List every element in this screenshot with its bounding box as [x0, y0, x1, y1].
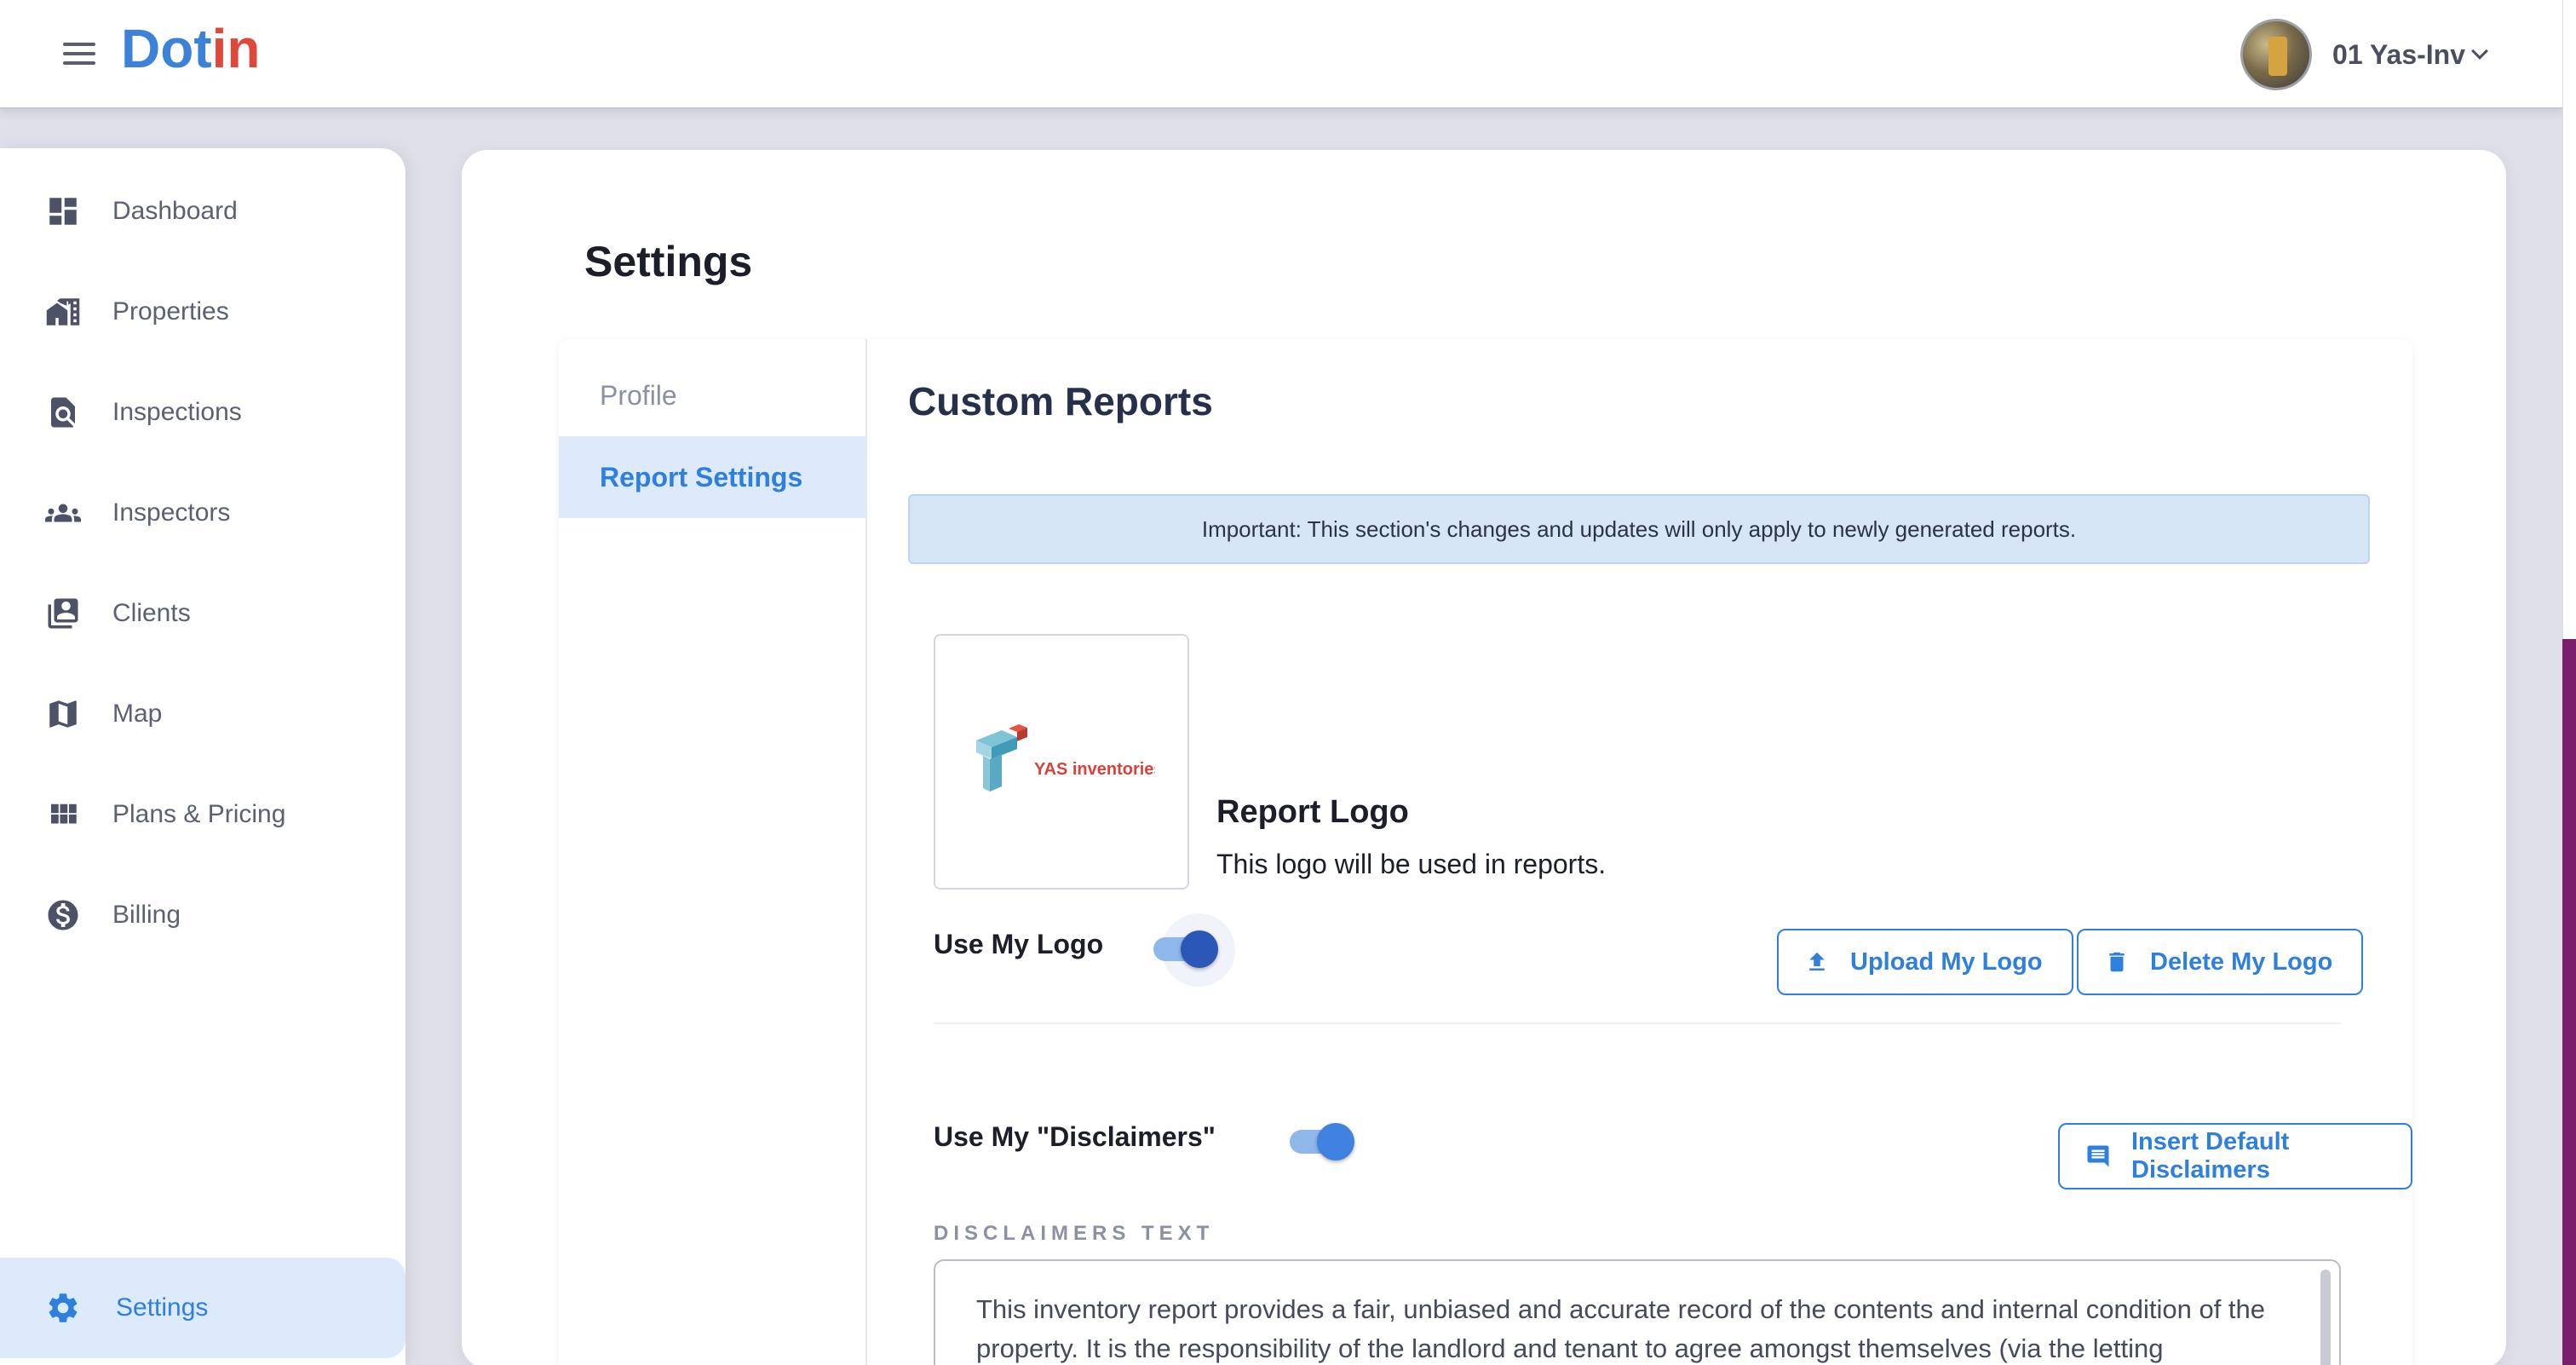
- toggle-knob: [1181, 930, 1218, 968]
- tab-report-settings[interactable]: Report Settings: [559, 436, 865, 518]
- menu-icon[interactable]: [63, 41, 95, 66]
- upload-logo-label: Upload My Logo: [1850, 947, 2043, 976]
- page-scrollbar[interactable]: [2562, 0, 2576, 1365]
- logo-text: YAS inventories: [1034, 760, 1155, 779]
- inspectors-icon: [44, 494, 82, 532]
- use-disclaimers-toggle[interactable]: [1290, 1118, 1366, 1166]
- user-menu[interactable]: 01 Yas-Inv: [2240, 17, 2488, 92]
- avatar: [2240, 19, 2313, 90]
- user-name: 01 Yas-Inv: [2332, 38, 2465, 70]
- chevron-down-icon: [2471, 43, 2488, 60]
- brand-logo-part2: in: [211, 18, 261, 79]
- sidebar-item-map[interactable]: Map: [0, 673, 405, 755]
- use-disclaimers-label: Use My "Disclaimers": [934, 1121, 1216, 1152]
- use-logo-toggle[interactable]: [1153, 913, 1235, 987]
- sidebar-item-label: Plans & Pricing: [112, 800, 286, 828]
- brand-logo[interactable]: Dotin: [121, 17, 261, 80]
- page-title: Settings: [584, 238, 753, 285]
- trash-icon: [2104, 949, 2130, 975]
- top-bar: Dotin 01 Yas-Inv: [0, 0, 2562, 109]
- sidebar-item-clients[interactable]: Clients: [0, 573, 405, 654]
- section-title: Custom Reports: [908, 379, 1213, 423]
- settings-tabs: Profile Report Settings: [559, 339, 867, 1365]
- sidebar-item-label: Inspections: [112, 398, 242, 426]
- comment-icon: [2085, 1143, 2111, 1169]
- toggle-knob: [1317, 1123, 1354, 1161]
- upload-logo-button[interactable]: Upload My Logo: [1777, 929, 2073, 995]
- billing-icon: [44, 896, 82, 934]
- sidebar-item-label: Billing: [112, 901, 181, 929]
- gear-icon: [44, 1289, 82, 1327]
- textarea-scrollbar[interactable]: [2320, 1270, 2331, 1365]
- sidebar-item-dashboard[interactable]: Dashboard: [0, 170, 405, 252]
- tab-profile[interactable]: Profile: [559, 354, 865, 436]
- clients-icon: [44, 595, 82, 632]
- sidebar-item-inspections[interactable]: Inspections: [0, 371, 405, 453]
- report-logo-preview: YAS inventories: [934, 634, 1189, 890]
- sidebar: Dashboard Properties Inspections Inspect…: [0, 148, 405, 1365]
- insert-default-disclaimers-label: Insert Default Disclaimers: [2131, 1128, 2290, 1184]
- sidebar-item-label: Clients: [112, 599, 191, 627]
- sidebar-item-settings[interactable]: Settings: [0, 1258, 405, 1358]
- divider: [934, 1022, 2341, 1024]
- insert-default-disclaimers-button[interactable]: Insert Default Disclaimers: [2058, 1123, 2412, 1189]
- report-logo-image: YAS inventories: [976, 724, 1155, 792]
- use-logo-label: Use My Logo: [934, 929, 1104, 959]
- scrollbar-thumb[interactable]: [2562, 0, 2576, 639]
- sidebar-item-label: Map: [112, 700, 163, 728]
- disclaimers-text: This inventory report provides a fair, u…: [976, 1294, 2266, 1363]
- sidebar-item-label: Inspectors: [112, 498, 231, 527]
- delete-logo-label: Delete My Logo: [2150, 947, 2333, 976]
- map-icon: [44, 695, 82, 733]
- main-card: Settings Profile Report Settings Custom …: [462, 150, 2506, 1365]
- dashboard-icon: [44, 193, 82, 230]
- brand-logo-part1: Dot: [121, 18, 212, 79]
- custom-reports-section: Custom Reports Important: This section's…: [867, 339, 2412, 1365]
- sidebar-item-label: Dashboard: [112, 197, 238, 225]
- sidebar-item-plans-pricing[interactable]: Plans & Pricing: [0, 774, 405, 855]
- sidebar-item-inspectors[interactable]: Inspectors: [0, 472, 405, 554]
- inspections-icon: [44, 394, 82, 431]
- sidebar-item-properties[interactable]: Properties: [0, 271, 405, 353]
- sidebar-item-label: Settings: [116, 1293, 209, 1322]
- sidebar-item-label: Properties: [112, 297, 229, 325]
- scrollbar-accent: [2562, 639, 2576, 1365]
- info-notice: Important: This section's changes and up…: [908, 494, 2370, 564]
- properties-icon: [44, 293, 82, 331]
- upload-icon: [1804, 949, 1830, 975]
- report-logo-title: Report Logo: [1216, 794, 1409, 830]
- plans-icon: [44, 796, 82, 833]
- disclaimers-caption: DISCLAIMERS TEXT: [934, 1222, 1215, 1245]
- settings-panel: Profile Report Settings Custom Reports I…: [559, 339, 2412, 1365]
- report-logo-description: This logo will be used in reports.: [1216, 849, 1607, 879]
- sidebar-item-billing[interactable]: Billing: [0, 874, 405, 956]
- delete-logo-button[interactable]: Delete My Logo: [2077, 929, 2364, 995]
- disclaimers-textarea[interactable]: This inventory report provides a fair, u…: [934, 1259, 2341, 1365]
